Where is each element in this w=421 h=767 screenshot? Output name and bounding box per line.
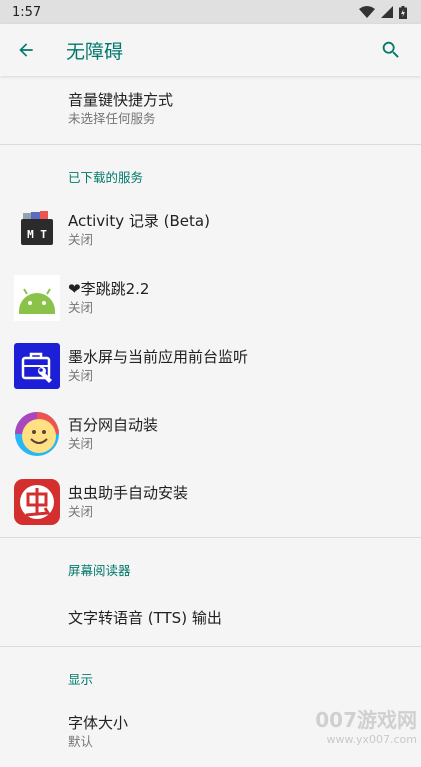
page-title: 无障碍 xyxy=(66,40,124,63)
toolbox-icon xyxy=(14,343,60,389)
service-status: 关闭 xyxy=(68,232,94,247)
watermark: 007游戏网 www.yx007.com xyxy=(315,704,417,746)
tts-output-item[interactable]: 文字转语音 (TTS) 输出 xyxy=(0,590,421,646)
service-item-chongchong[interactable]: 虫虫助手自动安装 关闭 xyxy=(0,469,421,537)
downloaded-services-header: 已下载的服务 xyxy=(0,145,421,197)
volume-shortcut-item[interactable]: 音量键快捷方式 未选择任何服务 xyxy=(0,76,421,144)
chong-icon xyxy=(14,479,60,525)
volume-shortcut-subtitle: 未选择任何服务 xyxy=(68,111,156,126)
svg-text:M T: M T xyxy=(27,228,47,241)
search-button[interactable] xyxy=(369,24,413,76)
service-title: 虫虫助手自动安装 xyxy=(68,484,189,502)
back-button[interactable] xyxy=(0,24,52,76)
service-item-baifenwang[interactable]: 百分网自动装 关闭 xyxy=(0,401,421,469)
service-item-eink-monitor[interactable]: 墨水屏与当前应用前台监听 关闭 xyxy=(0,333,421,401)
service-item-activity[interactable]: M T Activity 记录 (Beta) 关闭 xyxy=(0,197,421,265)
app-bar: 无障碍 xyxy=(0,24,421,76)
service-title: Activity 记录 (Beta) xyxy=(68,212,210,230)
watermark-url: www.yx007.com xyxy=(326,733,417,746)
service-status: 关闭 xyxy=(68,368,94,383)
search-icon xyxy=(382,41,399,58)
tts-output-title: 文字转语音 (TTS) 输出 xyxy=(68,609,222,627)
service-status: 关闭 xyxy=(68,300,94,315)
arrow-back-icon xyxy=(19,43,33,57)
wifi-icon xyxy=(359,6,375,18)
display-header: 显示 xyxy=(0,647,421,699)
downloaded-services-header-label: 已下载的服务 xyxy=(68,170,144,185)
status-bar: 1:57 xyxy=(0,0,421,24)
signal-icon xyxy=(381,6,393,18)
status-icons xyxy=(359,5,407,19)
volume-shortcut-title: 音量键快捷方式 xyxy=(68,91,174,109)
android-icon xyxy=(14,275,60,321)
battery-icon xyxy=(399,5,407,19)
service-title: ❤李跳跳2.2 xyxy=(68,280,150,298)
service-title: 墨水屏与当前应用前台监听 xyxy=(68,348,249,366)
font-size-value: 默认 xyxy=(68,734,94,749)
service-status: 关闭 xyxy=(68,436,94,451)
font-size-title: 字体大小 xyxy=(68,714,129,732)
screen-reader-header-label: 屏幕阅读器 xyxy=(68,563,131,578)
display-header-label: 显示 xyxy=(68,672,94,687)
mt-icon: M T xyxy=(21,211,53,245)
service-status: 关闭 xyxy=(68,504,94,519)
smiley-icon xyxy=(15,412,59,456)
service-item-litiaotiao[interactable]: ❤李跳跳2.2 关闭 xyxy=(0,265,421,333)
screen-reader-header: 屏幕阅读器 xyxy=(0,538,421,590)
service-title: 百分网自动装 xyxy=(68,416,159,434)
status-time: 1:57 xyxy=(12,4,42,20)
watermark-brand: 007游戏网 xyxy=(315,708,417,732)
